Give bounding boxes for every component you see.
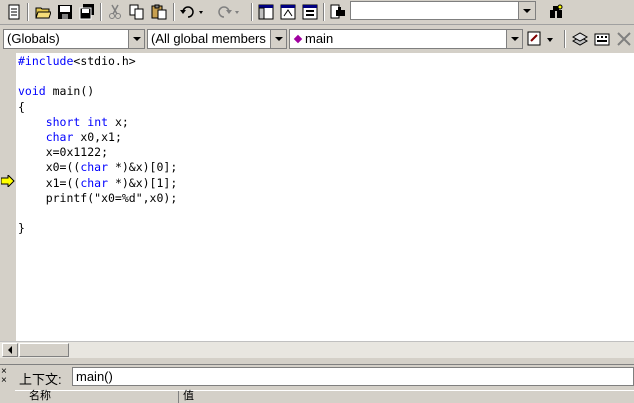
code-text: } [18,221,25,236]
workspace-icon[interactable] [256,2,276,22]
code-keyword: char [80,160,109,175]
code-keyword: #include [18,54,74,68]
wizard-action-icon[interactable] [526,29,558,49]
code-line[interactable] [18,206,177,221]
source-code[interactable]: #include<stdio.h> void main(){ short int … [18,54,177,236]
column-header-value[interactable]: 值 [183,391,194,402]
members-combo[interactable]: main [289,29,523,49]
code-text: *)&x)[1]; [108,175,178,190]
code-text: x=0x1122; [18,145,109,160]
code-text: x; [108,114,129,129]
code-text: x0=(( [18,160,81,175]
code-line[interactable]: printf("x0=%d",x0); [18,190,178,206]
chevron-down-icon[interactable] [506,30,522,48]
panel-splitter[interactable] [0,358,634,365]
code-line[interactable]: #include<stdio.h> [18,54,177,69]
variables-header: 名称 值 [15,390,634,403]
code-keyword: void [18,84,46,99]
code-text: <stdio.h> [73,54,136,68]
close-icon[interactable]: × × [1,367,7,386]
context-combo[interactable]: main() [72,367,634,386]
code-line[interactable]: x=0x1122; [18,145,177,160]
class-combo[interactable]: (Globals) [3,29,145,49]
code-text: *)&x)[0]; [108,160,178,175]
undo-icon[interactable] [178,2,206,22]
code-line[interactable]: x0=((char *)&x)[0]; [18,160,178,175]
filter-combo-value: (All global members [151,31,266,46]
build-icon[interactable] [592,29,612,49]
filter-combo[interactable]: (All global members [147,29,287,49]
members-combo-value: main [305,31,334,46]
standard-toolbar [0,0,634,25]
code-line[interactable]: short int x; [18,115,177,130]
window-list-icon[interactable] [300,2,320,22]
scroll-thumb[interactable] [19,343,69,357]
code-text: main() [45,84,95,99]
code-keyword: int [87,114,109,129]
code-editor[interactable]: #include<stdio.h> void main(){ short int … [0,53,634,341]
context-value: main() [76,369,113,384]
output-icon[interactable] [278,2,298,22]
code-line[interactable]: x1=((char *)&x)[1]; [18,175,178,191]
code-line[interactable]: } [18,221,177,236]
find-combo[interactable] [350,1,536,20]
scroll-left-icon[interactable] [2,343,18,357]
chevron-down-icon[interactable] [518,2,535,19]
code-keyword: short [45,114,81,129]
method-icon [293,34,303,44]
horizontal-scrollbar[interactable] [0,341,634,358]
code-line[interactable]: { [18,100,177,115]
code-line[interactable]: void main() [18,84,177,99]
editor-gutter[interactable] [0,53,16,341]
open-folder-icon[interactable] [33,2,53,22]
code-keyword: char [80,175,109,190]
find-icon[interactable] [546,2,566,22]
code-text: x0,x1; [73,129,122,144]
cut-icon[interactable] [105,2,125,22]
code-text: { [18,99,25,114]
column-header-name[interactable]: 名称 [29,391,51,402]
class-combo-value: (Globals) [7,31,60,46]
variables-panel: × × 上下文: main() 名称 值 [0,365,634,403]
find-in-files-icon[interactable] [328,2,348,22]
stop-build-icon[interactable] [614,29,634,49]
new-file-icon[interactable] [4,2,24,22]
redo-icon[interactable] [214,2,242,22]
compile-icon[interactable] [570,29,590,49]
current-line-arrow-icon [0,173,15,190]
code-line[interactable]: char x0,x1; [18,130,177,145]
context-label: 上下文: [19,372,62,387]
paste-icon[interactable] [149,2,169,22]
code-line[interactable] [18,69,177,84]
save-icon[interactable] [55,2,75,22]
copy-icon[interactable] [127,2,147,22]
chevron-down-icon[interactable] [128,30,144,48]
chevron-down-icon[interactable] [270,30,286,48]
wizard-bar: (Globals) (All global members main [0,25,634,53]
code-text: printf("x0=%d",x0); [18,190,178,205]
save-all-icon[interactable] [77,2,97,22]
code-keyword: char [45,129,74,144]
code-text: x1=(( [18,175,81,190]
